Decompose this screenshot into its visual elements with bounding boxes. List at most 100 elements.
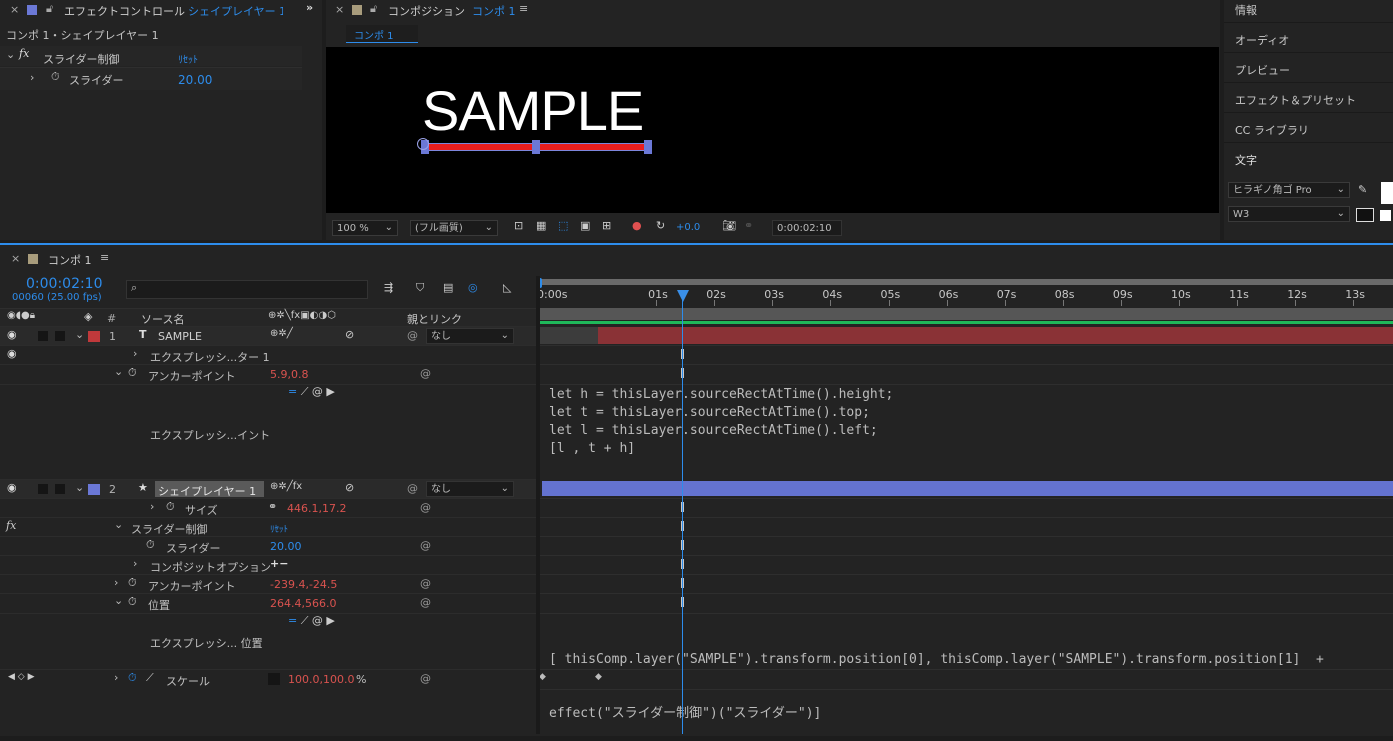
visibility-eye-icon[interactable]: ◉	[7, 481, 17, 494]
pickwhip-icon[interactable]: @	[420, 577, 431, 590]
reset-link[interactable]: ﾘｾｯﾄ	[270, 522, 288, 535]
chevron-down-icon[interactable]: ⌄	[6, 48, 15, 61]
panel-menu-icon[interactable]: ≡	[519, 2, 528, 15]
chevron-right-icon[interactable]: ›	[30, 71, 34, 84]
pickwhip-icon[interactable]: @	[420, 367, 431, 380]
layer-switches[interactable]: ⊕✲╱	[270, 328, 293, 339]
slider-value[interactable]: 20.00	[178, 73, 212, 87]
solo-toggle[interactable]	[55, 331, 65, 341]
show-snapshot-icon[interactable]: ⚭	[744, 219, 753, 232]
composition-tab[interactable]: × 🔓︎ コンポジション コンポ 1 ≡	[326, 0, 1220, 20]
anchor-point-icon[interactable]	[417, 138, 429, 150]
close-icon[interactable]: ×	[335, 3, 344, 16]
layer-row-shape[interactable]: ◉ ⌄ 2 ★ シェイプレイヤー 1 ⊕✲╱fx ⊘ @ なし ⌄	[0, 479, 536, 499]
tab-layer-name[interactable]: シェイプレイヤー 1	[188, 3, 283, 19]
prop-value[interactable]: 100.0,100.0	[288, 673, 354, 686]
timeline-timecode[interactable]: 0:00:02:10	[26, 276, 103, 292]
timeline-search-input[interactable]: ⌕	[126, 280, 368, 299]
chevron-right-icon[interactable]: ›	[133, 557, 137, 570]
effect-controls-tab[interactable]: × 🔓︎ エフェクトコントロール シェイプレイヤー 1 »	[0, 0, 322, 20]
prop-row-composite[interactable]: › コンポジットオプション +−	[0, 555, 536, 575]
no-color-icon[interactable]	[1380, 210, 1391, 221]
keyframe-nav-icon[interactable]: ◀ ◇ ▶	[8, 672, 35, 682]
pickwhip-icon[interactable]: @	[407, 329, 418, 342]
exposure-value[interactable]: +0.0	[676, 222, 700, 233]
chevron-right-icon[interactable]: ›	[114, 671, 118, 684]
snapshot-icon[interactable]: 📷︎	[722, 219, 736, 232]
right-item-audio[interactable]: オーディオ	[1224, 24, 1393, 53]
label-icon[interactable]: ◈	[84, 310, 92, 323]
stopwatch-icon[interactable]: ⏱︎	[128, 576, 137, 590]
comp-subtab[interactable]: コンポ 1	[346, 25, 418, 43]
pickwhip-icon[interactable]: @	[420, 596, 431, 609]
lock-icon[interactable]: 🔓︎	[370, 2, 377, 16]
channel-rgb-icon[interactable]: ●	[632, 219, 642, 232]
layer-switches[interactable]: ⊕✲╱fx	[270, 481, 302, 492]
prop-row-slider[interactable]: ⏱︎ スライダー 20.00 @	[0, 536, 536, 556]
prop-value[interactable]: 264.4,566.0	[270, 597, 336, 610]
pickwhip-icon[interactable]: @	[407, 482, 418, 495]
handle-right[interactable]	[644, 140, 652, 154]
chevron-down-icon[interactable]: ⌄	[114, 518, 123, 531]
stopwatch-icon[interactable]: ⏱︎	[128, 366, 137, 380]
right-item-effects-presets[interactable]: エフェクト＆プリセット	[1224, 84, 1393, 113]
chevron-down-icon[interactable]: ⌄	[75, 481, 84, 494]
comp-timecode[interactable]: 0:00:02:10	[772, 220, 842, 236]
font-family-dropdown[interactable]: ヒラギノ角ゴ Pro ⌄	[1228, 182, 1350, 198]
audio-toggle[interactable]	[38, 331, 48, 341]
col-parent-link[interactable]: 親とリンク	[407, 311, 462, 327]
comp-mini-flowchart-icon[interactable]: ⇶	[384, 281, 393, 294]
shy-layers-icon[interactable]: ▤	[443, 281, 453, 294]
prop-value[interactable]: 20.00	[270, 540, 302, 553]
font-style-dropdown[interactable]: W3 ⌄	[1228, 206, 1350, 222]
right-item-preview[interactable]: プレビュー	[1224, 54, 1393, 83]
column-divider[interactable]	[536, 276, 540, 734]
visibility-eye-icon[interactable]: ◉	[7, 347, 17, 360]
handle-middle[interactable]	[532, 140, 540, 154]
tab-comp-name[interactable]: コンポ 1	[472, 3, 516, 19]
reset-exposure-icon[interactable]: ↻	[656, 219, 665, 232]
close-icon[interactable]: ×	[11, 252, 20, 265]
frame-blending-icon[interactable]: ◎	[468, 281, 478, 294]
expression-controls[interactable]: = ⟋ @ ▶	[288, 385, 335, 399]
panel-menu-icon[interactable]: ≡	[100, 251, 109, 264]
prop-value[interactable]: -239.4,-24.5	[270, 578, 337, 591]
stroke-color-swatch[interactable]	[1356, 208, 1374, 222]
chevron-right-icon[interactable]: ›	[150, 500, 154, 513]
fill-color-swatch[interactable]	[1381, 182, 1393, 204]
pickwhip-icon[interactable]: @	[420, 539, 431, 552]
stopwatch-icon[interactable]: ⏱︎	[128, 595, 137, 609]
timeline-tab-title[interactable]: コンポ 1	[48, 252, 92, 268]
prop-row-anchor-1[interactable]: ⌄ ⏱︎ アンカーポイント 5.9,0.8 @	[0, 364, 536, 384]
layer-label-color[interactable]	[88, 331, 100, 342]
grid-guides-icon[interactable]: ⊞	[602, 219, 611, 232]
close-icon[interactable]: ×	[10, 3, 19, 16]
chevron-right-icon[interactable]: ›	[114, 576, 118, 589]
motion-blur-icon[interactable]: ⊘	[345, 328, 354, 341]
comp-viewer[interactable]: SAMPLE	[326, 47, 1219, 213]
fx-icon[interactable]: fx	[6, 519, 16, 532]
layer-label-color[interactable]	[88, 484, 100, 495]
visibility-eye-icon[interactable]: ◉	[7, 328, 17, 341]
prop-row-scale[interactable]: ◀ ◇ ▶ › ⏱︎ ⟋ スケール 100.0,100.0 % @	[0, 669, 536, 689]
quality-dropdown[interactable]: (フル画質) ⌄	[410, 220, 498, 236]
pickwhip-icon[interactable]: @	[420, 672, 431, 685]
parent-dropdown[interactable]: なし ⌄	[426, 481, 514, 497]
layer-name[interactable]: SAMPLE	[158, 330, 202, 343]
reset-link[interactable]: ﾘｾｯﾄ	[178, 51, 198, 66]
right-item-cc-libraries[interactable]: CC ライブラリ	[1224, 114, 1393, 143]
layer1-bar[interactable]	[598, 327, 1393, 344]
parent-dropdown[interactable]: なし ⌄	[426, 328, 514, 344]
motion-blur-icon[interactable]: ⊘	[345, 481, 354, 494]
layer2-bar[interactable]	[542, 481, 1393, 496]
stopwatch-icon[interactable]: ⏱︎	[146, 538, 155, 552]
layer-row-sample[interactable]: ◉ ⌄ 1 T SAMPLE ⊕✲╱ ⊘ @ なし ⌄	[0, 326, 536, 346]
lock-icon[interactable]: 🔓︎	[46, 2, 53, 16]
prop-row-text-expr[interactable]: ◉ › エクスプレッシ...ター 1	[0, 345, 536, 365]
right-item-character[interactable]: 文字	[1224, 144, 1393, 172]
chevron-right-icon[interactable]: ›	[133, 347, 137, 360]
chevron-down-icon[interactable]: ⌄	[75, 328, 84, 341]
scale-link-box[interactable]	[268, 673, 280, 685]
stopwatch-icon[interactable]: ⏱︎	[51, 70, 60, 84]
zoom-dropdown[interactable]: 100 % ⌄	[332, 220, 398, 236]
